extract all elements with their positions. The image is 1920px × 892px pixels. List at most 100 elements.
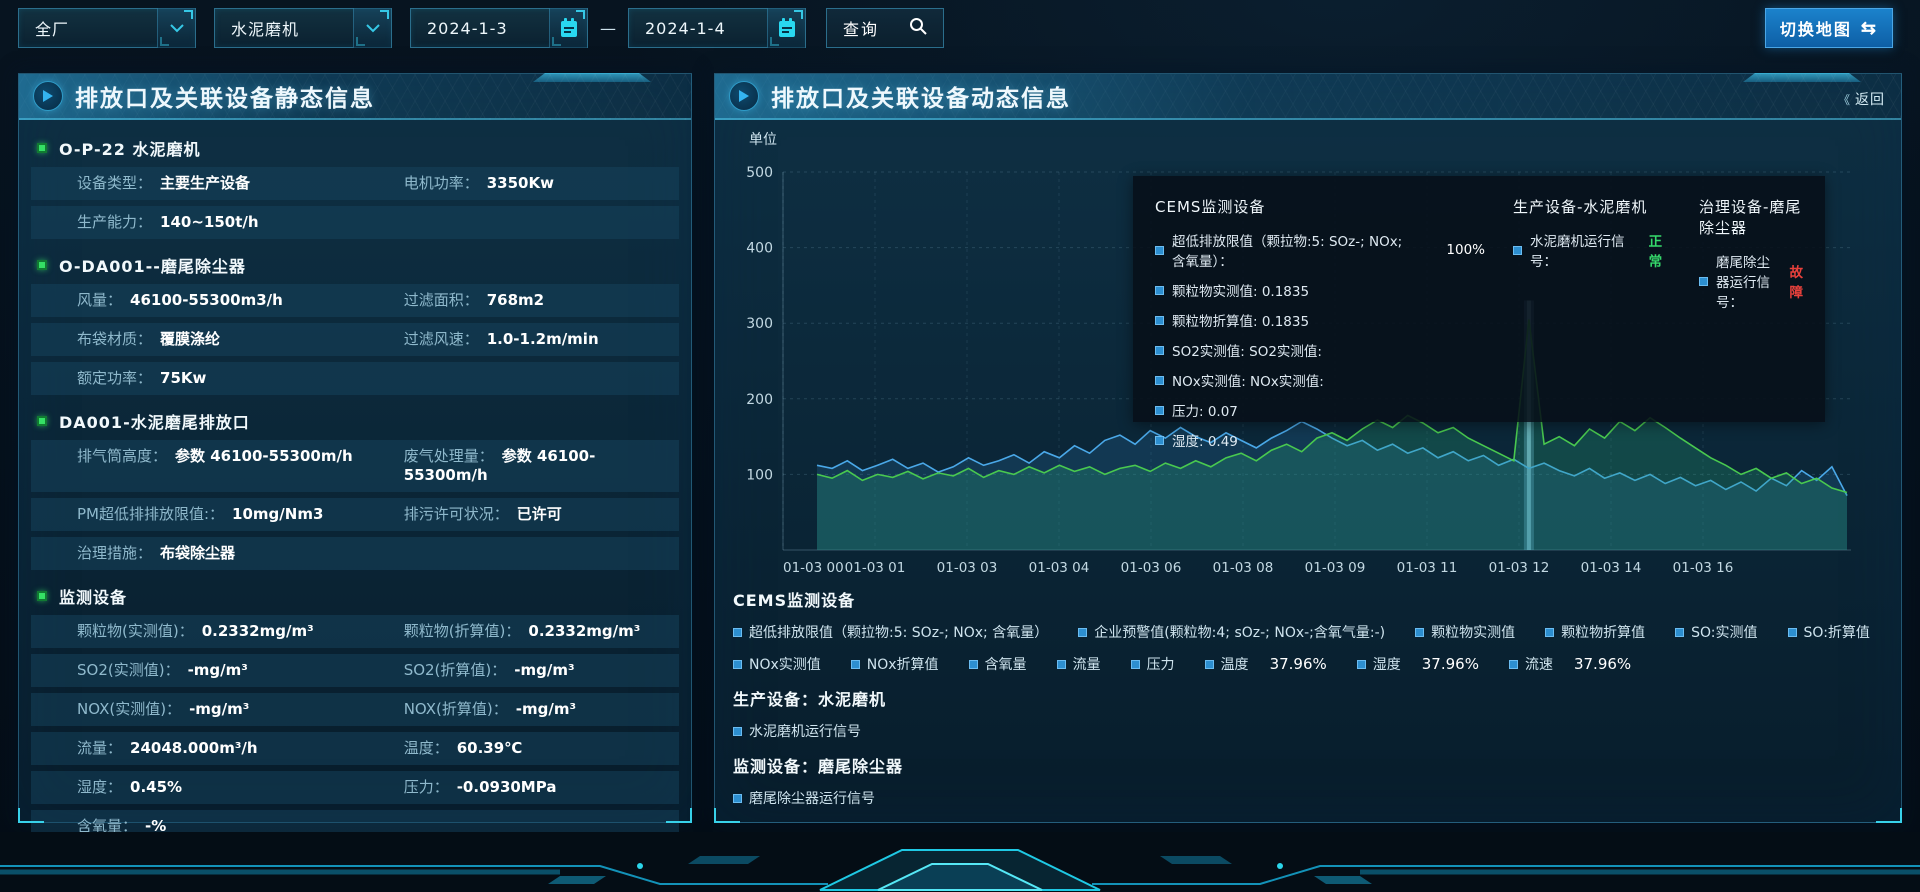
svg-text:01-03 14: 01-03 14 [1581, 560, 1642, 575]
plant-select[interactable]: 全厂 [18, 8, 196, 48]
tooltip-marker-icon [1513, 246, 1522, 255]
info-label: 电机功率： [404, 174, 479, 192]
start-date-input[interactable]: 2024-1-3 [410, 8, 588, 48]
section-header-label: 监测设备 [59, 584, 127, 608]
bullet-icon [37, 260, 47, 270]
legend-item[interactable]: 温度37.96% [1205, 654, 1327, 674]
info-value: 0.2332mg/m³ [528, 622, 640, 640]
legend-item[interactable]: NOx实测值 [733, 654, 821, 674]
section-header: O-DA001--磨尾除尘器 [19, 245, 691, 284]
info-cell: SO2(实测值)：-mg/m³ [77, 661, 404, 680]
info-group: DA001-水泥磨尾排放口排气筒高度：参数 46100-55300m/h废气处理… [19, 401, 691, 570]
info-value: -0.0930MPa [457, 778, 557, 796]
calendar-icon[interactable] [767, 8, 805, 48]
legend-item-value: 37.96% [1422, 655, 1479, 673]
legend-item[interactable]: 压力 [1131, 654, 1175, 674]
info-cell: 温度：60.39℃ [404, 739, 671, 758]
end-date-input[interactable]: 2024-1-4 [628, 8, 806, 48]
toolbar: 全厂 水泥磨机 2024-1-3 — 2024-1-4 查询 [18, 8, 944, 48]
svg-text:01-03 06: 01-03 06 [1121, 560, 1182, 575]
info-group: 监测设备颗粒物(实测值)：0.2332mg/m³颗粒物(折算值)：0.2332m… [19, 576, 691, 843]
legend-item[interactable]: 颗粒物折算值 [1545, 622, 1645, 642]
swap-icon: ⇆ [1861, 18, 1878, 39]
tooltip-marker-icon [1155, 316, 1164, 325]
legend-item-label: SO:实测值 [1691, 622, 1757, 642]
info-value: -mg/m³ [514, 661, 574, 679]
legend-item-label: NOx折算值 [867, 654, 939, 674]
tooltip-item: 湿度: 0.49 [1155, 430, 1485, 450]
legend-marker-icon [1788, 628, 1797, 637]
date-range-separator: — [600, 19, 616, 38]
legend-item-label: 流速 [1525, 654, 1553, 674]
info-label: SO2(折算值)： [404, 661, 507, 679]
static-panel-header: 排放口及关联设备静态信息 [19, 74, 691, 120]
legend-item[interactable]: 磨尾除尘器运行信号 [733, 788, 875, 808]
info-cell: 过滤面积：768m2 [404, 291, 671, 310]
legend-item-label: 企业预警值(颗粒物:4; sOz-; NOx-;含氧气量:-) [1094, 622, 1385, 642]
svg-text:01-03 03: 01-03 03 [937, 560, 998, 575]
info-value: 0.2332mg/m³ [202, 622, 314, 640]
legend-item[interactable]: NOx折算值 [851, 654, 939, 674]
chevron-down-icon[interactable] [353, 8, 391, 48]
legend-item[interactable]: SO:折算值 [1788, 622, 1870, 642]
info-label: NOX(折算值)： [404, 700, 508, 718]
legend-item[interactable]: 颗粒物实测值 [1415, 622, 1515, 642]
tooltip-item: SO2实测值: SO2实测值: [1155, 340, 1485, 360]
section-header-label: DA001-水泥磨尾排放口 [59, 409, 250, 433]
monitor-legend-items: 磨尾除尘器运行信号 [733, 788, 1883, 808]
legend-item[interactable]: 企业预警值(颗粒物:4; sOz-; NOx-;含氧气量:-) [1078, 622, 1385, 642]
svg-text:01-03 08: 01-03 08 [1213, 560, 1274, 575]
info-label: 治理措施： [77, 544, 152, 562]
status-badge: 故障 [1790, 261, 1804, 301]
legend-item-label: 磨尾除尘器运行信号 [749, 788, 875, 808]
device-select[interactable]: 水泥磨机 [214, 8, 392, 48]
info-cell: 治理措施：布袋除尘器 [77, 544, 404, 563]
chevron-down-icon[interactable] [157, 8, 195, 48]
info-cell: 生产能力：140~150t/h [77, 213, 404, 232]
legend-item[interactable]: 水泥磨机运行信号 [733, 721, 861, 741]
info-label: PM超低排排放限值:： [77, 505, 224, 523]
svg-text:01-03 11: 01-03 11 [1397, 560, 1458, 575]
legend-marker-icon [1509, 660, 1518, 669]
legend-marker-icon [1131, 660, 1140, 669]
bullet-icon [37, 143, 47, 153]
tooltip-item: NOx实测值: NOx实测值: [1155, 370, 1485, 390]
info-row: 设备类型：主要生产设备电机功率：3350Kw [31, 167, 679, 200]
tech-frame-decoration [0, 832, 1920, 892]
svg-text:100: 100 [746, 467, 773, 483]
play-icon [729, 81, 759, 111]
tooltip-marker-icon [1155, 376, 1164, 385]
legend-item-label: 温度 [1221, 654, 1249, 674]
info-value: 主要生产设备 [160, 174, 250, 192]
info-cell: NOX(折算值)：-mg/m³ [404, 700, 671, 719]
tooltip-item-label: 湿度: 0.49 [1172, 430, 1238, 450]
legend-item[interactable]: SO:实测值 [1675, 622, 1757, 642]
legend-item-label: 颗粒物实测值 [1431, 622, 1515, 642]
info-cell: 排气筒高度：参数 46100-55300m/h [77, 447, 404, 485]
tooltip-item: 颗粒物实测值: 0.1835 [1155, 280, 1485, 300]
query-button[interactable]: 查询 [826, 8, 944, 48]
back-button[interactable]: 《返回 [1838, 89, 1885, 109]
calendar-icon[interactable] [549, 8, 587, 48]
svg-text:01-03 09: 01-03 09 [1305, 560, 1366, 575]
corner-decoration [714, 808, 740, 823]
static-panel-title: 排放口及关联设备静态信息 [75, 79, 375, 113]
info-value: 1.0-1.2m/min [487, 330, 599, 348]
info-value: 覆膜涤纶 [160, 330, 220, 348]
legend-item[interactable]: 湿度37.96% [1357, 654, 1479, 674]
info-label: 设备类型： [77, 174, 152, 192]
info-label: 风量： [77, 291, 122, 309]
tooltip-item-label: 颗粒物实测值: 0.1835 [1172, 280, 1309, 300]
search-icon [909, 17, 927, 40]
svg-text:01-03 00: 01-03 00 [783, 560, 844, 575]
info-label: 过滤面积： [404, 291, 479, 309]
legend-item[interactable]: 含氧量 [969, 654, 1027, 674]
legend-item[interactable]: 超低排放限值（颗拉物:5: SOz-; NOx; 含氧量） [733, 622, 1048, 642]
switch-map-button[interactable]: 切换地图 ⇆ [1765, 8, 1893, 48]
legend-marker-icon [733, 628, 742, 637]
legend-item[interactable]: 流速37.96% [1509, 654, 1631, 674]
info-value: -mg/m³ [188, 661, 248, 679]
svg-text:200: 200 [746, 392, 773, 408]
legend-item[interactable]: 流量 [1057, 654, 1101, 674]
start-date-value: 2024-1-3 [411, 19, 549, 38]
